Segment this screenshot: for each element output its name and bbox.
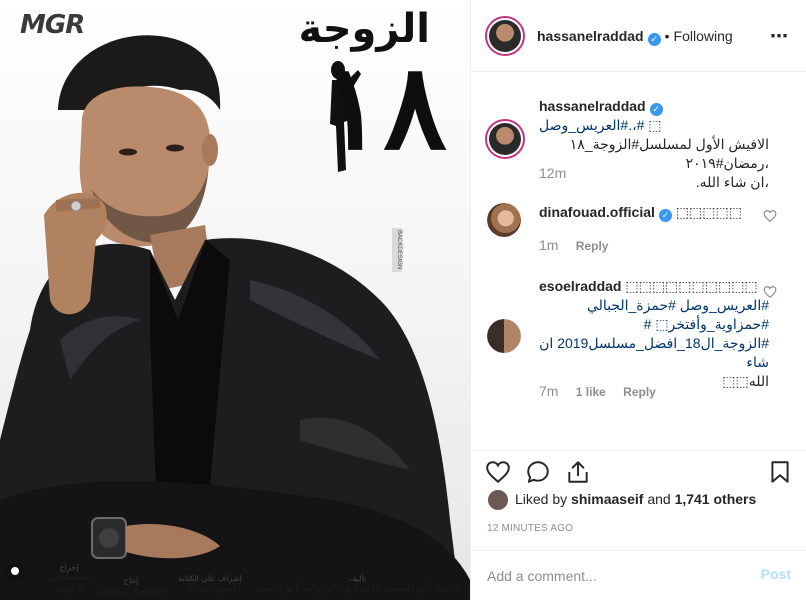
credit-producer: إنتاج ممدوح شاهين (96, 576, 166, 596)
caption: hassanelraddad ✓ العريس_وصل#.،# ⬚ الافيش … (471, 97, 806, 197)
likes-others-link[interactable]: 1,741 others (675, 491, 757, 507)
likes-summary: Liked by shimaaseif and 1,741 others (515, 491, 756, 507)
like-heart-icon[interactable] (485, 459, 511, 485)
caption-username[interactable]: hassanelraddad (539, 98, 646, 114)
comment-meta: 1m Reply (539, 237, 622, 253)
credit-writing-supervisor: إشراف على الكتابة أيمن جمال (178, 574, 242, 594)
author-avatar[interactable] (485, 16, 525, 56)
comment-text: esoelraddad ⬚⬚⬚⬚⬚⬚⬚⬚⬚⬚ #العريس_وصل #حمزة… (539, 277, 769, 391)
caption-avatar[interactable] (485, 119, 525, 159)
more-options-icon[interactable]: ⋯ (770, 26, 789, 47)
comment-item: esoelraddad ⬚⬚⬚⬚⬚⬚⬚⬚⬚⬚ #العريس_وصل #حمزة… (471, 273, 806, 413)
author-username[interactable]: hassanelraddad (537, 28, 644, 44)
header-separator: • (664, 28, 670, 44)
commenter-avatar[interactable] (487, 203, 521, 237)
caption-line: الافيش الأول لمسلسل#الزوجة_١٨ ،رمضان#٢٠١… (569, 136, 769, 171)
share-icon[interactable] (565, 459, 591, 485)
like-comment-heart-icon[interactable] (763, 285, 777, 299)
comment-time: 7m (539, 383, 559, 399)
comment-hashtags[interactable]: #الزوجة_ال18_افضل_مسلسل2019 ان شاء (539, 334, 769, 372)
comment-hashtags[interactable]: #حمزاوية_وأفتخر⬚ # (539, 315, 769, 334)
caption-text: hassanelraddad ✓ العريس_وصل#.،# ⬚ الافيش … (539, 97, 769, 192)
verified-badge-icon: ✓ (649, 103, 663, 116)
comment-meta: 7m 1 like Reply (539, 383, 670, 399)
comment-body: ⬚⬚⬚⬚⬚⬚⬚⬚⬚⬚ (625, 278, 758, 294)
comment-bubble-icon[interactable] (525, 459, 551, 485)
poster-side-badge: BACKDESIGN (392, 228, 402, 272)
liked-by-label: Liked by (515, 491, 568, 507)
following-button[interactable]: Following (674, 28, 733, 44)
reply-button[interactable]: Reply (623, 385, 656, 399)
commenter-username[interactable]: esoelraddad (539, 278, 621, 294)
credit-writers: تأليف محمد أبو السعد خالد أبو بكر وليد أ… (254, 574, 461, 594)
like-comment-heart-icon[interactable] (763, 209, 777, 223)
verified-badge-icon: ✓ (647, 33, 661, 46)
caption-line[interactable]: العريس_وصل#.،# ⬚ (539, 117, 662, 133)
poster-title-number: ١٨ (320, 37, 451, 176)
post-timestamp[interactable]: 12 MINUTES AGO (487, 523, 573, 534)
reply-button[interactable]: Reply (576, 239, 609, 253)
verified-badge-icon: ✓ (658, 209, 672, 222)
comment-text: dinafouad.official ✓ ⬚⬚⬚⬚⬚ (539, 203, 769, 222)
post-comment-button[interactable]: Post (761, 566, 791, 582)
caption-line: ،ان شاء الله. (695, 174, 769, 190)
liked-by-and: and (647, 491, 671, 507)
post-actions: Liked by shimaaseif and 1,741 others 12 … (471, 450, 806, 550)
comments-list: hassanelraddad ✓ العريس_وصل#.،# ⬚ الافيش … (471, 73, 806, 450)
comment-time: 1m (539, 237, 559, 253)
comment-item: dinafouad.official ✓ ⬚⬚⬚⬚⬚ 1m Reply (471, 199, 806, 259)
add-comment-input[interactable] (487, 566, 747, 586)
credit-director: إخراج مصطفى فكري (47, 563, 91, 594)
tagged-users-icon[interactable] (6, 564, 24, 582)
liker-avatar[interactable] (487, 489, 509, 511)
commenter-avatar[interactable] (487, 319, 521, 353)
comment-hashtags[interactable]: #العريس_وصل #حمزة_الجبالي (539, 296, 769, 315)
comment-body: ⬚⬚⬚⬚⬚ (675, 204, 742, 220)
post-side-panel: hassanelraddad ✓ • Following ⋯ hassanelradd… (470, 0, 806, 600)
liked-by-user[interactable]: shimaaseif (571, 491, 643, 507)
post-image[interactable]: MGR الزوجة ١٨ BACKDESIGN إخراج مصطفى فكر… (0, 0, 470, 600)
post-header: hassanelraddad ✓ • Following ⋯ (471, 0, 806, 72)
add-comment-bar: Post (471, 550, 806, 600)
poster-credits: إخراج مصطفى فكري إشراف على الكتابة أيمن … (0, 554, 470, 596)
caption-time: 12m (539, 165, 567, 181)
mgr-logo: MGR (20, 10, 85, 40)
comment-likes-count[interactable]: 1 like (576, 385, 606, 399)
bookmark-icon[interactable] (767, 459, 793, 485)
commenter-username[interactable]: dinafouad.official (539, 204, 655, 220)
